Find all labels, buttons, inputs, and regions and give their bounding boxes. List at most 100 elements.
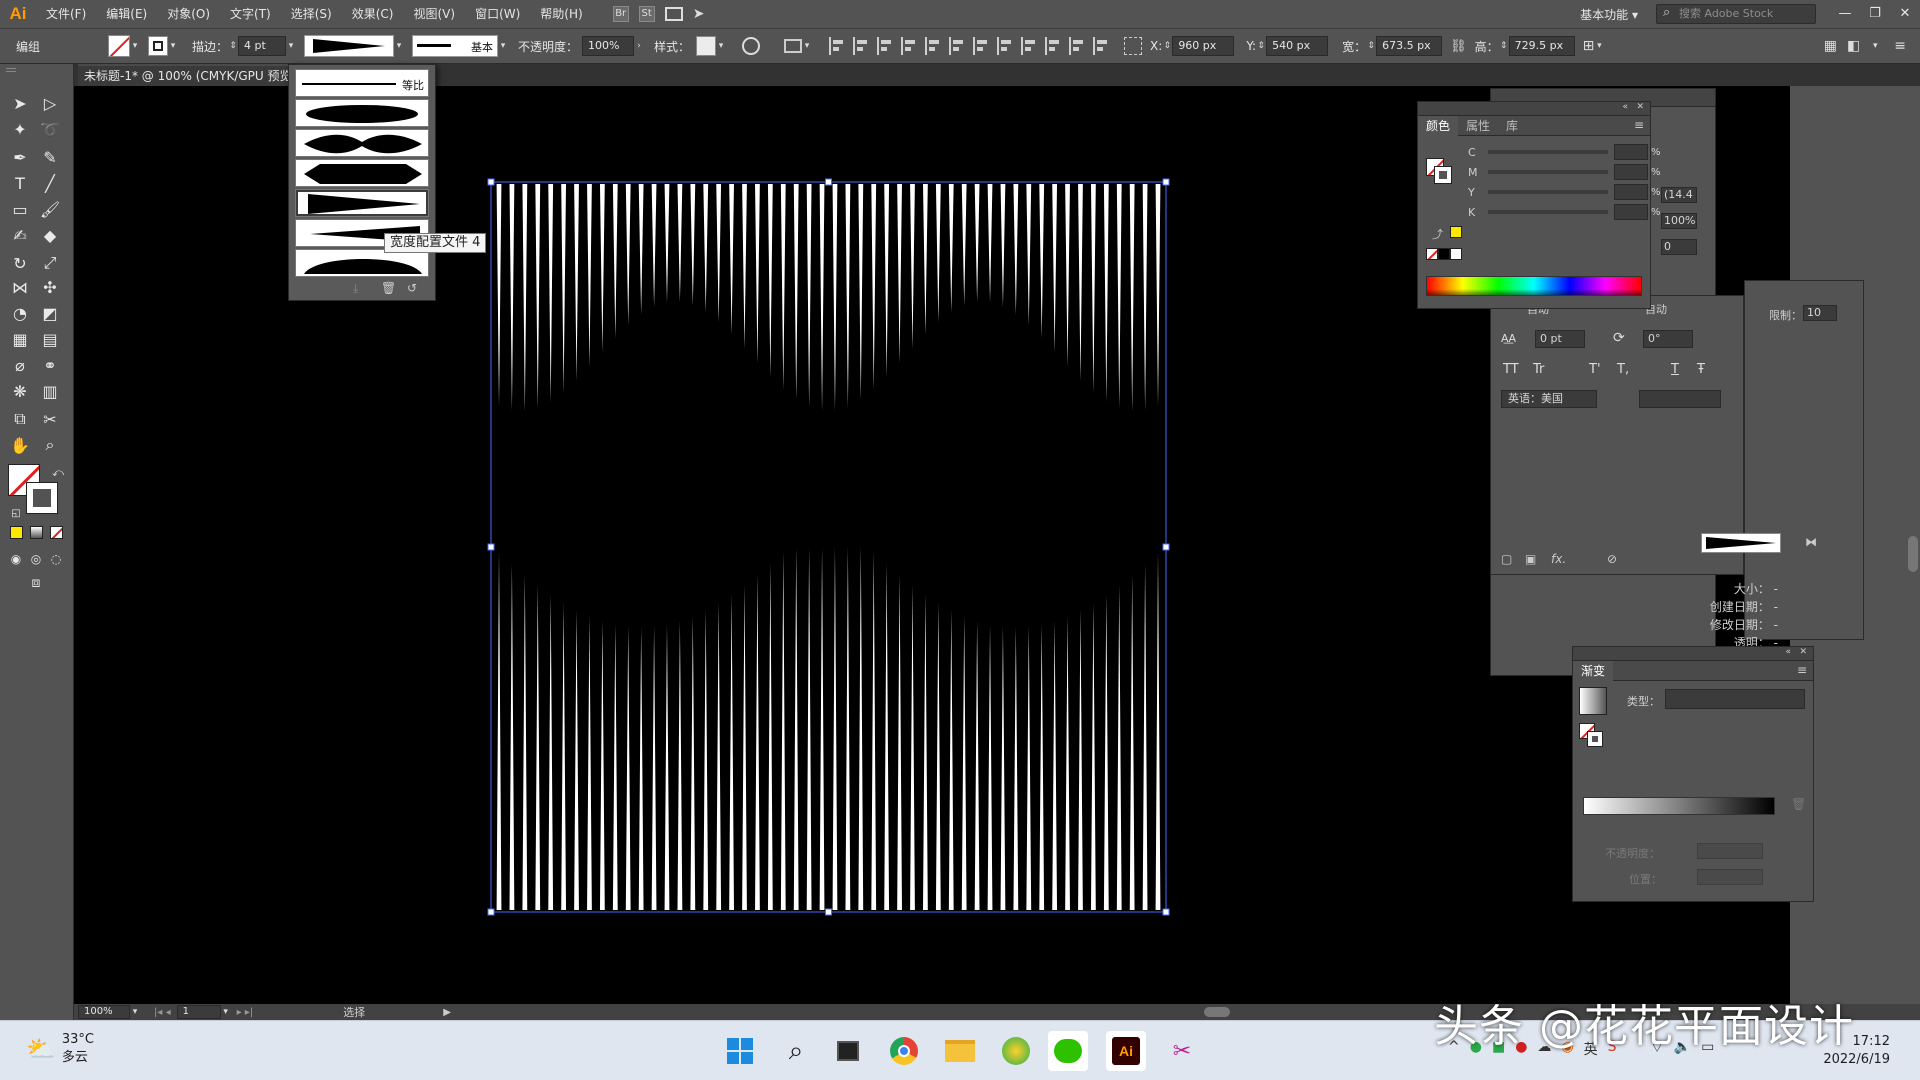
stroke-line[interactable] — [806, 547, 812, 910]
sharpness-select[interactable] — [1639, 390, 1721, 408]
stroke-line[interactable] — [535, 584, 541, 910]
stroke-line[interactable] — [716, 184, 722, 323]
menu-item[interactable]: 效果(C) — [342, 0, 404, 28]
stroke-line[interactable] — [1039, 184, 1045, 339]
stroke-line[interactable] — [935, 602, 941, 910]
stroke-line[interactable] — [819, 184, 825, 412]
stroke-line[interactable] — [1142, 563, 1148, 910]
stroke-line[interactable] — [987, 184, 993, 303]
white-swatch[interactable] — [1450, 248, 1462, 260]
stroke-line[interactable] — [742, 584, 747, 910]
stroke-weight-field[interactable]: 4 pt — [238, 36, 287, 56]
distribute-vcenter-icon[interactable] — [997, 37, 1015, 55]
stroke-line[interactable] — [625, 626, 631, 910]
bounding-box-handle[interactable] — [1162, 908, 1170, 916]
stroke-line[interactable] — [806, 184, 812, 408]
curvature-tool-icon[interactable]: ✎ — [38, 146, 62, 168]
width-profile-selector[interactable] — [304, 35, 395, 57]
search-icon[interactable]: ⌕ — [776, 1031, 816, 1071]
stroke-line[interactable] — [716, 602, 722, 910]
stroke-line[interactable] — [638, 184, 644, 315]
stroke-line[interactable] — [574, 184, 579, 381]
tracking-field[interactable]: 0 pt — [1535, 330, 1585, 348]
shaper-tool-icon[interactable]: ✍ — [8, 224, 32, 246]
stroke-line[interactable] — [1129, 574, 1135, 910]
stroke-line[interactable] — [1078, 184, 1083, 381]
profile-2[interactable] — [295, 129, 429, 157]
stroke-line[interactable] — [1026, 626, 1032, 910]
stroke-line[interactable] — [884, 184, 890, 378]
stroke-line[interactable] — [858, 184, 864, 401]
blend-tool-icon[interactable]: ⚭ — [38, 354, 62, 376]
all-caps-button[interactable]: TT — [1503, 362, 1519, 377]
bounding-box-handle[interactable] — [825, 908, 832, 916]
reset-profile-icon[interactable]: ↺ — [407, 281, 417, 295]
zoom-dropdown-icon[interactable]: ▾ — [130, 1007, 140, 1017]
stroke-line[interactable] — [574, 609, 579, 910]
gamut-swatch[interactable] — [1450, 226, 1462, 238]
stroke-line[interactable] — [1065, 615, 1070, 910]
stroke-line[interactable] — [871, 184, 877, 391]
stroke-line[interactable] — [1090, 184, 1096, 393]
stroke-line[interactable] — [923, 184, 928, 335]
shape-builder-tool-icon[interactable]: ◔ — [8, 302, 32, 324]
stroke-line[interactable] — [910, 584, 915, 910]
size-field[interactable]: (14.4 — [1661, 187, 1697, 203]
scale-tool-icon[interactable]: ⤢ — [38, 252, 62, 274]
stroke-line[interactable] — [974, 184, 980, 303]
opacity-field[interactable]: 100% — [582, 36, 635, 56]
stroke-line[interactable] — [1116, 184, 1122, 410]
stroke-line[interactable] — [923, 594, 928, 910]
menu-item[interactable]: 视图(V) — [403, 0, 465, 28]
paintbrush-tool-icon[interactable]: 🖌 — [38, 198, 62, 220]
delete-profile-icon[interactable]: 🗑 — [381, 281, 396, 295]
align-vcenter-icon[interactable] — [925, 37, 943, 55]
arrange-icon[interactable]: ▦ — [1824, 38, 1837, 54]
stroke-line[interactable] — [948, 184, 954, 313]
weather-widget[interactable]: ⛅ 33°C 多云 — [26, 1031, 94, 1067]
stroke-line[interactable] — [871, 551, 877, 910]
profile-preview-small[interactable] — [1701, 533, 1781, 553]
stroke-line[interactable] — [780, 551, 786, 910]
gradient-tool-icon[interactable]: ▤ — [38, 328, 62, 350]
hand-tool-icon[interactable]: ✋ — [8, 434, 32, 456]
stroke-line[interactable] — [884, 563, 890, 910]
rectangle-tool-icon[interactable]: ▭ — [8, 198, 32, 220]
symbol-sprayer-tool-icon[interactable]: ❋ — [8, 380, 32, 402]
bounding-box-handle[interactable] — [825, 178, 832, 186]
stroke-line[interactable] — [1142, 184, 1148, 411]
style-swatch[interactable] — [696, 36, 717, 56]
stroke-line[interactable] — [935, 184, 941, 323]
control-menu-icon[interactable]: ≡ — [1894, 38, 1906, 54]
gradient-menu-icon[interactable]: ≡ — [1797, 663, 1807, 677]
align-to-dropdown-icon[interactable]: ▾ — [802, 41, 812, 51]
stroke-line[interactable] — [612, 624, 618, 910]
artboard-number-field[interactable]: 1 — [176, 1005, 221, 1019]
color-spectrum[interactable] — [1426, 276, 1642, 296]
brush-dropdown-icon[interactable]: ▾ — [498, 41, 508, 51]
stroke-line[interactable] — [819, 547, 825, 910]
align-top-icon[interactable] — [901, 37, 919, 55]
gradient-type-select[interactable] — [1665, 689, 1805, 709]
fill-dropdown-icon[interactable]: ▾ — [130, 41, 140, 51]
stroke-line[interactable] — [664, 624, 670, 910]
eyedropper-tool-icon[interactable]: ⌀ — [8, 354, 32, 376]
stroke-line[interactable] — [961, 615, 967, 910]
eraser-tool-icon[interactable]: ◆ — [38, 224, 62, 246]
stroke-line[interactable] — [561, 602, 567, 910]
stroke-line[interactable] — [858, 547, 864, 910]
pen-tool-icon[interactable]: ✒ — [8, 146, 32, 168]
stroke-line[interactable] — [1000, 626, 1006, 910]
stroke-line[interactable] — [1052, 184, 1058, 353]
bounding-box-handle[interactable] — [487, 908, 495, 916]
out-of-gamut-icon[interactable]: ⤴ — [1432, 226, 1443, 242]
workspace-panel-dropdown-icon[interactable]: ▾ — [1870, 41, 1880, 51]
stroke-line[interactable] — [793, 547, 799, 910]
stroke-line[interactable] — [755, 184, 760, 364]
style-dropdown-icon[interactable]: ▾ — [716, 41, 726, 51]
cmyk-slider[interactable] — [1488, 150, 1608, 154]
send-icon[interactable]: ➤ — [693, 6, 705, 22]
menu-item[interactable]: 编辑(E) — [96, 0, 157, 28]
draw-inside-icon[interactable]: ◌ — [44, 548, 68, 570]
distribute-hcenter-icon[interactable] — [1069, 37, 1087, 55]
